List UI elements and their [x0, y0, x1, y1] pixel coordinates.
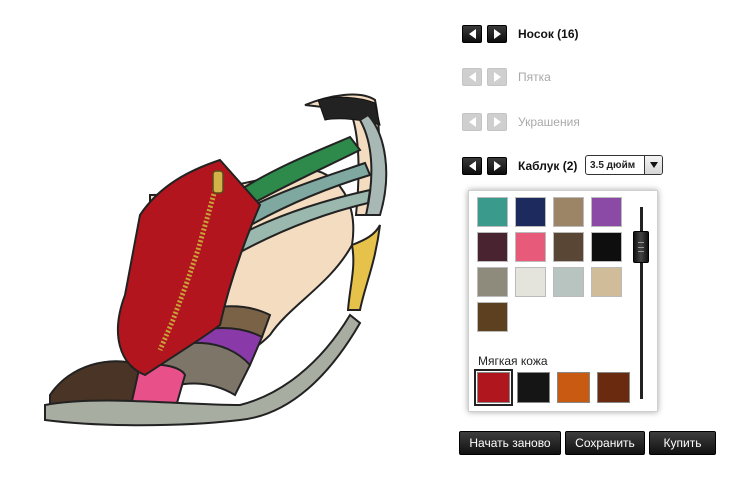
- material-swatch[interactable]: [515, 267, 546, 297]
- prev-arrow-button[interactable]: [462, 157, 482, 175]
- heel-height-value: 3.5 дюйм: [590, 159, 636, 171]
- heel-height-select[interactable]: 3.5 дюйм: [585, 155, 663, 175]
- shoe-preview: [44, 93, 388, 427]
- part-row-decorations: Украшения: [462, 113, 580, 131]
- leather-color-swatch[interactable]: [597, 372, 630, 403]
- scrollbar-thumb[interactable]: [633, 231, 649, 263]
- arrow-right-icon: [493, 72, 501, 82]
- part-label-decorations: Украшения: [518, 115, 580, 129]
- material-swatch[interactable]: [515, 232, 546, 262]
- dropdown-button[interactable]: [644, 156, 662, 174]
- next-arrow-button[interactable]: [487, 157, 507, 175]
- prev-arrow-button: [462, 113, 482, 131]
- arrow-right-icon: [493, 29, 501, 39]
- part-label-toe[interactable]: Носок (16): [518, 27, 579, 41]
- restart-button[interactable]: Начать заново: [459, 431, 561, 455]
- material-palette: Мягкая кожа: [468, 190, 658, 412]
- zipper-pull: [212, 170, 224, 194]
- material-swatch[interactable]: [477, 267, 508, 297]
- part-row-heel: Каблук (2): [462, 157, 577, 175]
- leather-color-swatch[interactable]: [517, 372, 550, 403]
- material-swatch[interactable]: [553, 232, 584, 262]
- arrow-right-icon: [493, 117, 501, 127]
- buy-button[interactable]: Купить: [649, 431, 716, 455]
- next-arrow-button[interactable]: [487, 25, 507, 43]
- material-swatch[interactable]: [477, 197, 508, 227]
- leather-color-swatch[interactable]: [474, 369, 513, 406]
- arrow-left-icon: [468, 161, 476, 171]
- arrow-left-icon: [468, 117, 476, 127]
- prev-arrow-button[interactable]: [462, 25, 482, 43]
- leather-color-swatch[interactable]: [557, 372, 590, 403]
- swatch-grid: [477, 197, 622, 332]
- material-swatch[interactable]: [591, 267, 622, 297]
- material-swatch[interactable]: [591, 232, 622, 262]
- part-row-heel-back: Пятка: [462, 68, 551, 86]
- prev-arrow-button: [462, 68, 482, 86]
- next-arrow-button: [487, 113, 507, 131]
- material-swatch[interactable]: [591, 197, 622, 227]
- arrow-right-icon: [493, 161, 501, 171]
- part-label-heel-back: Пятка: [518, 70, 551, 84]
- material-swatch[interactable]: [515, 197, 546, 227]
- chevron-down-icon: [649, 162, 658, 168]
- part-label-heel[interactable]: Каблук (2): [518, 159, 577, 173]
- material-swatch[interactable]: [477, 232, 508, 262]
- save-button[interactable]: Сохранить: [565, 431, 645, 455]
- section-label-soft-leather: Мягкая кожа: [478, 354, 548, 368]
- material-swatch[interactable]: [553, 267, 584, 297]
- next-arrow-button: [487, 68, 507, 86]
- leather-swatch-grid: [474, 369, 630, 406]
- material-swatch[interactable]: [477, 302, 508, 332]
- grip-icon: [638, 242, 644, 252]
- material-swatch[interactable]: [553, 197, 584, 227]
- arrow-left-icon: [468, 29, 476, 39]
- arrow-left-icon: [468, 72, 476, 82]
- part-row-toe: Носок (16): [462, 25, 579, 43]
